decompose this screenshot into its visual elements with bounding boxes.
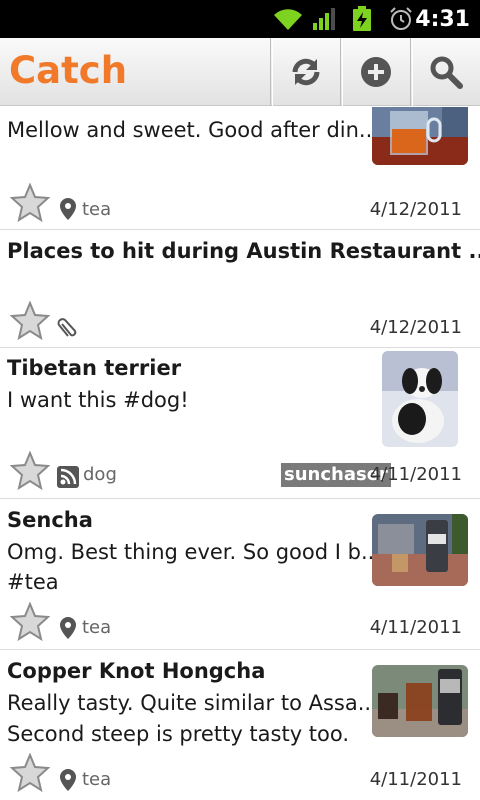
list-item[interactable]: Sencha Omg. Best thing ever. So good I b… [0,499,480,650]
signal-icon [312,0,338,38]
action-bar: Catch [0,38,480,106]
add-note-button[interactable] [340,38,410,106]
note-title: Copper Knot Hongcha [7,659,266,683]
list-item[interactable]: Mellow and sweet. Good after din... tea … [0,107,480,230]
location-pin-icon [58,197,78,221]
note-date: 4/11/2011 [369,769,462,790]
star-toggle[interactable] [9,300,51,341]
note-tag[interactable]: tea [82,199,111,220]
add-icon [360,57,391,87]
note-title: Tibetan terrier [7,356,182,380]
search-button[interactable] [410,38,480,106]
star-toggle[interactable] [9,182,51,223]
status-time: 4:31 [415,6,470,32]
list-item[interactable]: Places to hit during Austin Restaurant .… [0,230,480,348]
location-pin-icon [58,616,78,640]
note-text: Really tasty. Quite similar to Assa... [7,691,378,715]
search-icon [430,56,463,89]
tea-set-photo [372,665,468,737]
tea-kettle-photo [372,514,468,586]
note-title: Places to hit during Austin Restaurant .… [7,239,480,263]
note-text: Mellow and sweet. Good after din... [7,118,379,142]
note-date: 4/12/2011 [369,199,462,220]
sync-button[interactable] [270,38,340,106]
note-date: 4/11/2011 [369,464,462,485]
star-toggle[interactable] [9,601,51,642]
note-tag[interactable]: dog [83,464,117,485]
paperclip-icon [56,316,77,340]
note-text: #tea [7,570,59,594]
note-date: 4/12/2011 [369,317,462,338]
star-icon [9,601,51,642]
sync-icon [292,58,319,86]
note-title: Sencha [7,508,93,532]
star-icon [9,182,51,223]
note-date: 4/11/2011 [369,617,462,638]
star-icon [9,300,51,341]
note-text: I want this #dog! [7,388,189,412]
location-pin-icon [58,768,78,792]
star-toggle[interactable] [9,450,51,491]
note-text: Second steep is pretty tasty too. [7,722,350,746]
note-tag[interactable]: tea [82,617,111,638]
dog-photo [382,351,458,447]
star-icon [9,752,51,793]
note-text: Omg. Best thing ever. So good I b... [7,540,381,564]
status-bar: 4:31 [0,0,480,38]
list-item[interactable]: Tibetan terrier I want this #dog! dog su… [0,348,480,499]
alarm-icon [389,0,413,38]
star-toggle[interactable] [9,752,51,793]
battery-charging-icon [352,0,372,38]
tea-photo [372,107,468,165]
wifi-icon [272,0,304,38]
note-tag[interactable]: tea [82,769,111,790]
notes-list[interactable]: Mellow and sweet. Good after din... tea … [0,107,480,800]
star-icon [9,450,51,491]
list-item[interactable]: Copper Knot Hongcha Really tasty. Quite … [0,650,480,800]
app-title: Catch [9,49,128,92]
rss-feed-icon [57,466,79,490]
